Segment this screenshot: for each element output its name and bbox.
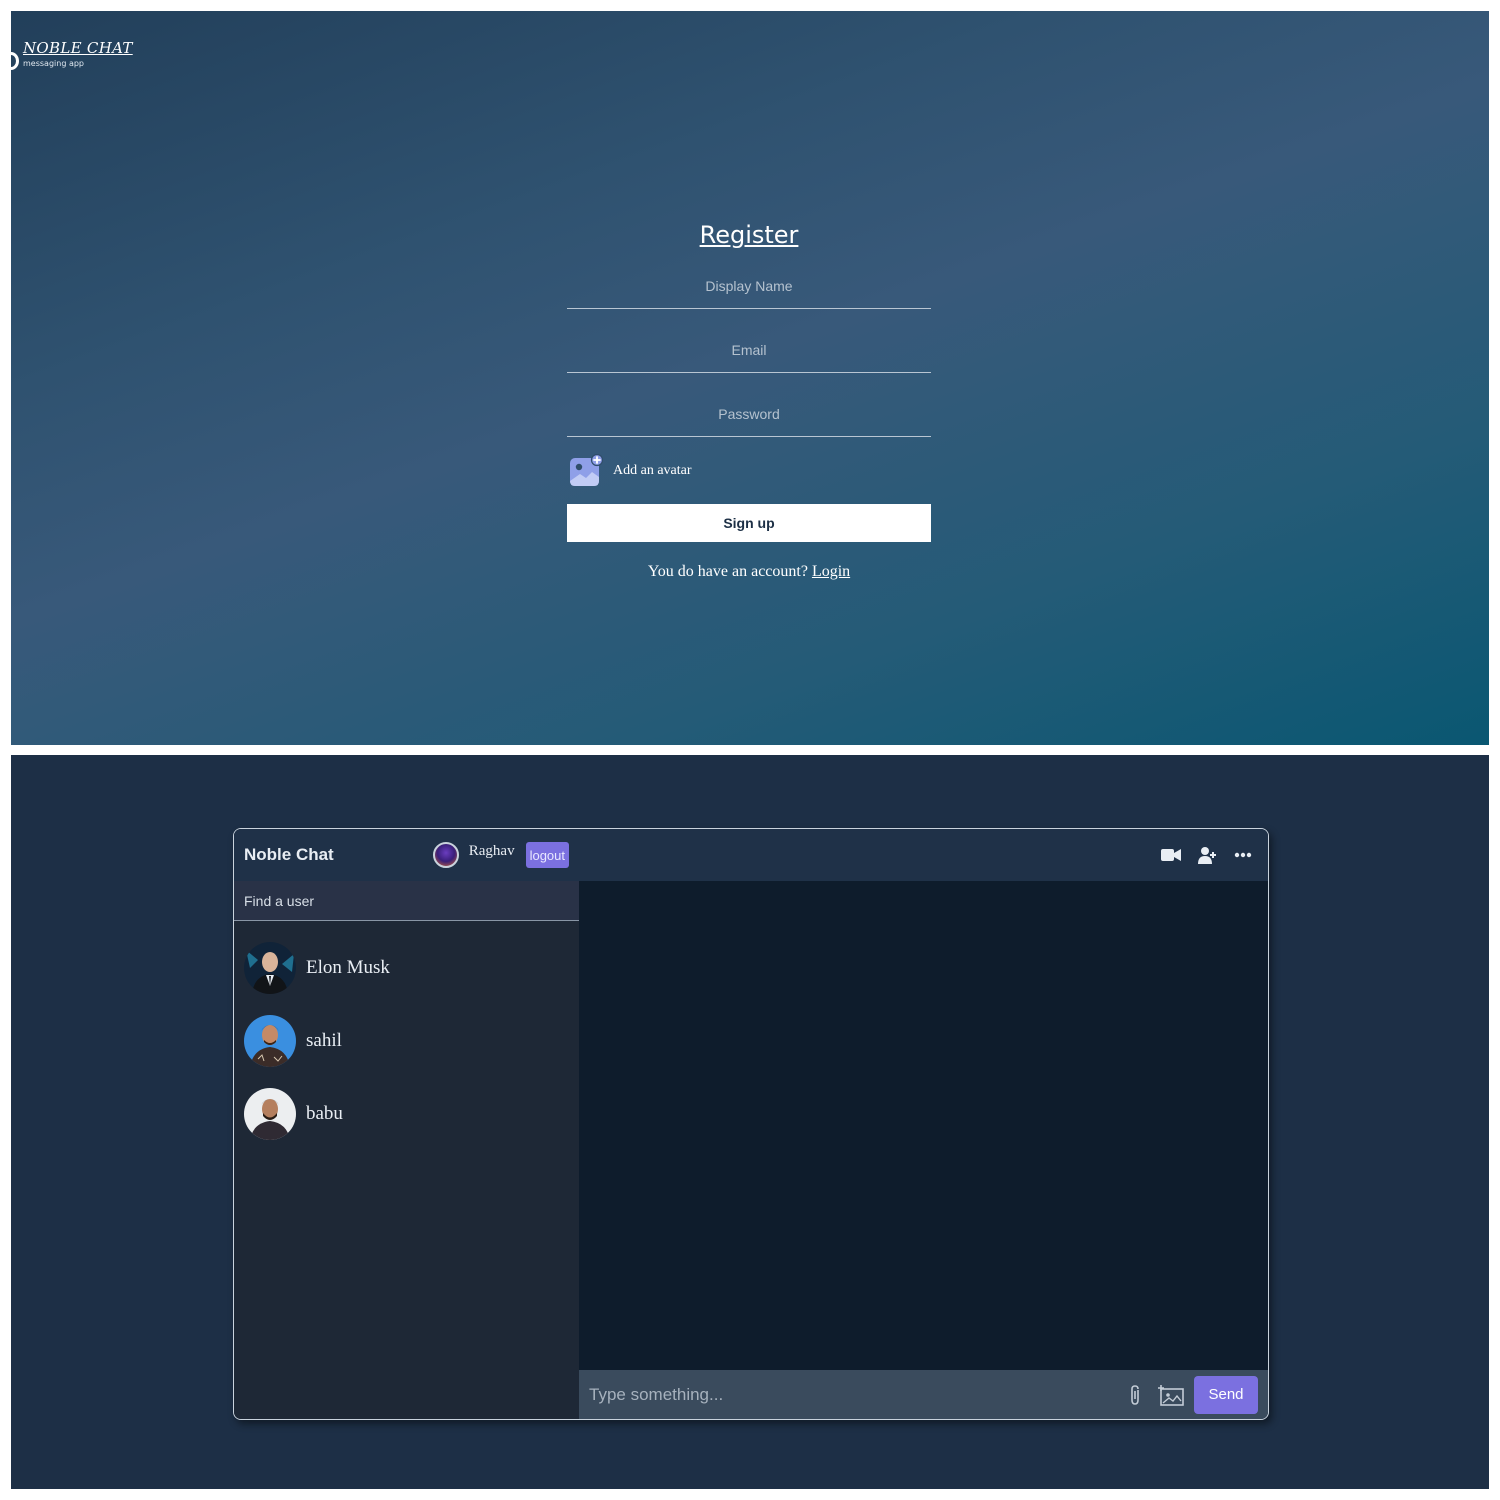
list-item[interactable]: babu xyxy=(234,1077,579,1150)
add-avatar-button[interactable]: Add an avatar xyxy=(567,453,931,489)
message-input[interactable] xyxy=(589,1384,1112,1405)
current-user: Raghav logout xyxy=(432,829,569,881)
user-name: Elon Musk xyxy=(306,956,390,978)
chat-header xyxy=(579,829,1268,881)
chat-screen: Noble Chat Raghav logout Find a user Elo… xyxy=(11,755,1489,1489)
chat-container: Noble Chat Raghav logout Find a user Elo… xyxy=(233,828,1269,1420)
app-name: Noble Chat xyxy=(244,845,334,864)
logo-mark-icon xyxy=(11,52,19,70)
current-user-name: Raghav xyxy=(468,842,515,859)
login-link[interactable]: Login xyxy=(812,563,850,580)
list-item[interactable]: sahil xyxy=(234,1004,579,1077)
message-composer: Send xyxy=(579,1370,1268,1419)
paperclip-icon[interactable] xyxy=(1122,1382,1148,1408)
add-user-icon[interactable] xyxy=(1196,844,1218,866)
more-options-icon[interactable] xyxy=(1232,844,1254,866)
sign-up-button[interactable]: Sign up xyxy=(567,504,931,542)
avatar xyxy=(432,842,459,868)
avatar xyxy=(244,941,296,994)
brand-name: NOBLE CHAT xyxy=(23,39,133,57)
add-image-icon[interactable] xyxy=(1158,1382,1184,1408)
user-list: Elon Musk sahil babu xyxy=(234,921,579,1150)
avatar xyxy=(244,1014,296,1067)
account-prompt-text: You do have an account? xyxy=(647,563,808,580)
user-name: babu xyxy=(306,1102,343,1124)
search-input[interactable] xyxy=(244,892,569,909)
register-screen: NOBLE CHAT messaging app Register Add an… xyxy=(11,11,1489,745)
user-search xyxy=(234,881,579,921)
add-avatar-label: Add an avatar xyxy=(613,463,692,478)
password-field[interactable] xyxy=(567,391,931,437)
sidebar-header: Noble Chat Raghav logout xyxy=(234,829,579,881)
user-name: sahil xyxy=(306,1029,342,1051)
logout-button[interactable]: logout xyxy=(525,842,569,868)
display-name-field[interactable] xyxy=(567,263,931,309)
list-item[interactable]: Elon Musk xyxy=(234,931,579,1004)
brand-tagline: messaging app xyxy=(23,59,85,68)
register-form: Register Add an avatar Sign up You do ha… xyxy=(567,221,931,581)
avatar xyxy=(244,1087,296,1140)
page-title: Register xyxy=(699,221,799,249)
sidebar: Noble Chat Raghav logout Find a user Elo… xyxy=(234,829,579,1419)
send-button[interactable]: Send xyxy=(1194,1375,1258,1414)
email-field[interactable] xyxy=(567,327,931,373)
messages-area xyxy=(579,881,1268,1370)
login-prompt: You do have an account? Login xyxy=(567,563,931,581)
chat-panel: Send xyxy=(579,829,1268,1419)
add-image-icon xyxy=(570,454,603,486)
video-camera-icon[interactable] xyxy=(1160,844,1182,866)
